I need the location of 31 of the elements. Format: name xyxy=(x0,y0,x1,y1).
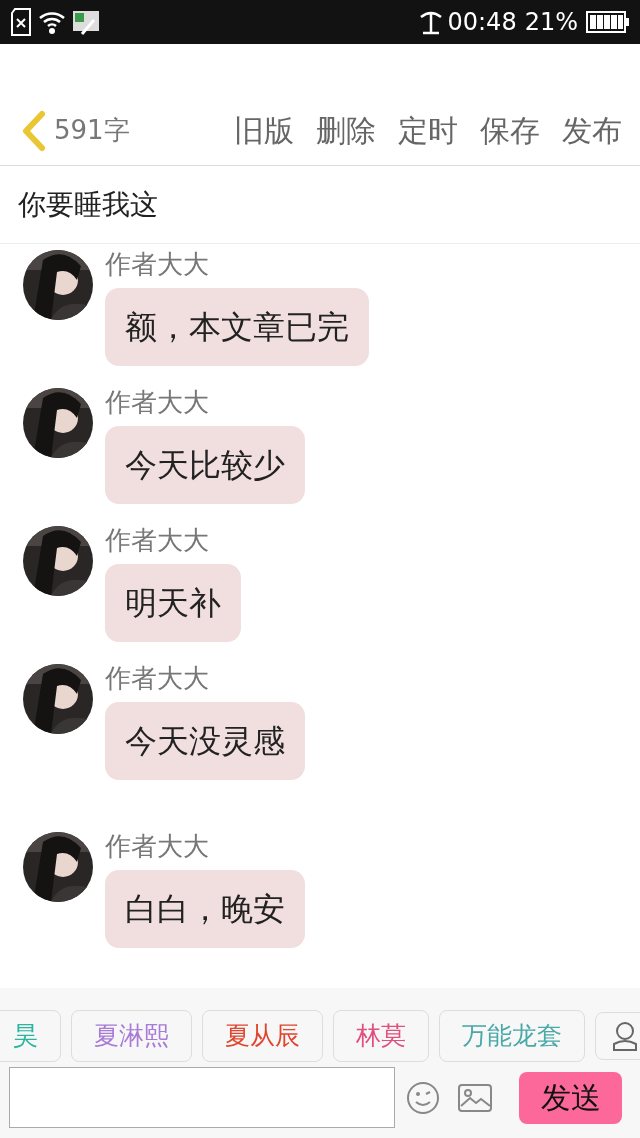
person-icon xyxy=(612,1021,638,1051)
toolbar-action[interactable]: 发布 xyxy=(562,108,622,153)
character-chip[interactable]: 夏从辰 xyxy=(202,1010,323,1062)
contact-card-icon xyxy=(72,8,100,36)
back-button[interactable]: 591字 xyxy=(18,109,130,152)
author-name: 作者大大 xyxy=(105,386,210,418)
person-button[interactable] xyxy=(595,1012,640,1060)
author-name: 作者大大 xyxy=(105,662,210,694)
author-name: 作者大大 xyxy=(105,524,210,556)
toolbar-action[interactable]: 旧版 xyxy=(234,108,294,153)
message-bubble: 今天没灵感 xyxy=(105,702,305,780)
battery-icon xyxy=(586,11,630,33)
emoji-icon[interactable] xyxy=(406,1080,440,1115)
message-bubble: 额，本文章已完 xyxy=(105,288,369,366)
toolbar-action[interactable]: 删除 xyxy=(316,108,376,153)
message-bubble: 白白，晚安 xyxy=(105,870,305,948)
message-bubble: 明天补 xyxy=(105,564,241,642)
author-name: 作者大大 xyxy=(105,830,210,862)
battery-percent: 21% xyxy=(524,7,578,38)
chapter-title: 你要睡我这 xyxy=(0,166,640,244)
toolbar-action[interactable]: 保存 xyxy=(480,108,540,153)
message-input[interactable] xyxy=(9,1067,395,1128)
send-button[interactable]: 发送 xyxy=(519,1071,622,1124)
character-chip[interactable]: 夏淋熙 xyxy=(71,1010,192,1062)
sd-card-icon xyxy=(10,8,32,36)
author-name: 作者大大 xyxy=(105,248,210,280)
clock-time: 00:48 xyxy=(447,7,517,38)
image-icon[interactable] xyxy=(458,1083,492,1112)
toolbar-action[interactable]: 定时 xyxy=(398,108,458,153)
message-bubble: 今天比较少 xyxy=(105,426,305,504)
character-chip[interactable]: 林莫 xyxy=(333,1010,429,1062)
